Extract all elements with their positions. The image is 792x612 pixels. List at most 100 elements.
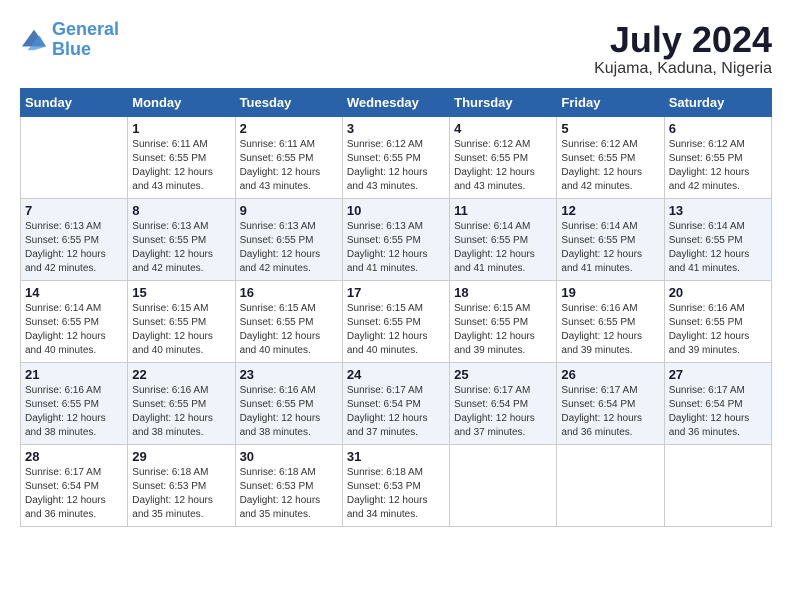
day-number: 21: [25, 367, 123, 382]
calendar-cell: 19 Sunrise: 6:16 AMSunset: 6:55 PMDayligh…: [557, 280, 664, 362]
day-number: 19: [561, 285, 659, 300]
calendar-cell: 22 Sunrise: 6:16 AMSunset: 6:55 PMDayligh…: [128, 362, 235, 444]
day-info: Sunrise: 6:17 AMSunset: 6:54 PMDaylight:…: [669, 384, 767, 440]
calendar-week-4: 21 Sunrise: 6:16 AMSunset: 6:55 PMDayligh…: [21, 362, 772, 444]
calendar-cell: 11 Sunrise: 6:14 AMSunset: 6:55 PMDayligh…: [450, 198, 557, 280]
calendar-cell: 8Sunrise: 6:13 AMSunset: 6:55 PMDaylight…: [128, 198, 235, 280]
title-block: July 2024 Kujama, Kaduna, Nigeria: [594, 20, 772, 78]
day-info: Sunrise: 6:18 AMSunset: 6:53 PMDaylight:…: [132, 466, 230, 522]
day-info: Sunrise: 6:16 AMSunset: 6:55 PMDaylight:…: [240, 384, 338, 440]
day-number: 6: [669, 121, 767, 136]
day-header-tuesday: Tuesday: [235, 88, 342, 116]
day-info: Sunrise: 6:13 AMSunset: 6:55 PMDaylight:…: [240, 220, 338, 276]
day-number: 12: [561, 203, 659, 218]
day-info: Sunrise: 6:16 AMSunset: 6:55 PMDaylight:…: [25, 384, 123, 440]
day-info: Sunrise: 6:17 AMSunset: 6:54 PMDaylight:…: [25, 466, 123, 522]
calendar-cell: 26Sunrise: 6:17 AMSunset: 6:54 PMDayligh…: [557, 362, 664, 444]
calendar-cell: 30 Sunrise: 6:18 AMSunset: 6:53 PMDayligh…: [235, 444, 342, 526]
day-header-saturday: Saturday: [664, 88, 771, 116]
day-number: 7: [25, 203, 123, 218]
day-header-wednesday: Wednesday: [342, 88, 449, 116]
day-header-thursday: Thursday: [450, 88, 557, 116]
calendar-cell: [557, 444, 664, 526]
day-number: 10: [347, 203, 445, 218]
day-number: 28: [25, 449, 123, 464]
day-number: 16: [240, 285, 338, 300]
day-number: 30: [240, 449, 338, 464]
day-info: Sunrise: 6:14 AMSunset: 6:55 PMDaylight:…: [669, 220, 767, 276]
day-info: Sunrise: 6:13 AMSunset: 6:55 PMDaylight:…: [347, 220, 445, 276]
calendar-cell: 16Sunrise: 6:15 AMSunset: 6:55 PMDayligh…: [235, 280, 342, 362]
calendar-cell: 13 Sunrise: 6:14 AMSunset: 6:55 PMDayligh…: [664, 198, 771, 280]
day-info: Sunrise: 6:15 AMSunset: 6:55 PMDaylight:…: [347, 302, 445, 358]
calendar-cell: 2 Sunrise: 6:11 AMSunset: 6:55 PMDaylight…: [235, 116, 342, 198]
calendar-cell: 1 Sunrise: 6:11 AMSunset: 6:55 PMDaylight…: [128, 116, 235, 198]
day-number: 11: [454, 203, 552, 218]
day-info: Sunrise: 6:11 AMSunset: 6:55 PMDaylight:…: [132, 138, 230, 194]
day-info: Sunrise: 6:14 AMSunset: 6:55 PMDaylight:…: [25, 302, 123, 358]
day-info: Sunrise: 6:16 AMSunset: 6:55 PMDaylight:…: [669, 302, 767, 358]
logo-icon: [20, 26, 48, 54]
calendar-cell: [664, 444, 771, 526]
calendar-cell: 14 Sunrise: 6:14 AMSunset: 6:55 PMDayligh…: [21, 280, 128, 362]
day-info: Sunrise: 6:12 AMSunset: 6:55 PMDaylight:…: [454, 138, 552, 194]
day-number: 20: [669, 285, 767, 300]
calendar-cell: 29Sunrise: 6:18 AMSunset: 6:53 PMDayligh…: [128, 444, 235, 526]
day-info: Sunrise: 6:11 AMSunset: 6:55 PMDaylight:…: [240, 138, 338, 194]
day-info: Sunrise: 6:13 AMSunset: 6:55 PMDaylight:…: [25, 220, 123, 276]
calendar-cell: [450, 444, 557, 526]
calendar-cell: 12 Sunrise: 6:14 AMSunset: 6:55 PMDayligh…: [557, 198, 664, 280]
day-info: Sunrise: 6:14 AMSunset: 6:55 PMDaylight:…: [561, 220, 659, 276]
day-number: 3: [347, 121, 445, 136]
calendar-cell: 21 Sunrise: 6:16 AMSunset: 6:55 PMDayligh…: [21, 362, 128, 444]
calendar-cell: 5 Sunrise: 6:12 AMSunset: 6:55 PMDaylight…: [557, 116, 664, 198]
calendar-cell: 6 Sunrise: 6:12 AMSunset: 6:55 PMDaylight…: [664, 116, 771, 198]
day-info: Sunrise: 6:18 AMSunset: 6:53 PMDaylight:…: [347, 466, 445, 522]
calendar-cell: 15Sunrise: 6:15 AMSunset: 6:55 PMDayligh…: [128, 280, 235, 362]
calendar-week-1: 1 Sunrise: 6:11 AMSunset: 6:55 PMDaylight…: [21, 116, 772, 198]
calendar-header-row: SundayMondayTuesdayWednesdayThursdayFrid…: [21, 88, 772, 116]
logo-text: General Blue: [52, 20, 119, 60]
calendar-body: 1 Sunrise: 6:11 AMSunset: 6:55 PMDaylight…: [21, 116, 772, 526]
day-number: 22: [132, 367, 230, 382]
day-info: Sunrise: 6:17 AMSunset: 6:54 PMDaylight:…: [347, 384, 445, 440]
page-header: General Blue July 2024 Kujama, Kaduna, N…: [20, 20, 772, 78]
calendar-cell: 10 Sunrise: 6:13 AMSunset: 6:55 PMDayligh…: [342, 198, 449, 280]
day-header-monday: Monday: [128, 88, 235, 116]
day-number: 4: [454, 121, 552, 136]
day-number: 14: [25, 285, 123, 300]
calendar-cell: 7 Sunrise: 6:13 AMSunset: 6:55 PMDaylight…: [21, 198, 128, 280]
day-number: 9: [240, 203, 338, 218]
day-info: Sunrise: 6:12 AMSunset: 6:55 PMDaylight:…: [561, 138, 659, 194]
day-number: 1: [132, 121, 230, 136]
calendar-week-5: 28 Sunrise: 6:17 AMSunset: 6:54 PMDayligh…: [21, 444, 772, 526]
calendar-cell: 28 Sunrise: 6:17 AMSunset: 6:54 PMDayligh…: [21, 444, 128, 526]
day-info: Sunrise: 6:12 AMSunset: 6:55 PMDaylight:…: [347, 138, 445, 194]
calendar-week-3: 14 Sunrise: 6:14 AMSunset: 6:55 PMDayligh…: [21, 280, 772, 362]
day-number: 17: [347, 285, 445, 300]
calendar-week-2: 7 Sunrise: 6:13 AMSunset: 6:55 PMDaylight…: [21, 198, 772, 280]
day-info: Sunrise: 6:18 AMSunset: 6:53 PMDaylight:…: [240, 466, 338, 522]
day-info: Sunrise: 6:12 AMSunset: 6:55 PMDaylight:…: [669, 138, 767, 194]
day-info: Sunrise: 6:16 AMSunset: 6:55 PMDaylight:…: [561, 302, 659, 358]
day-number: 5: [561, 121, 659, 136]
day-number: 8: [132, 203, 230, 218]
calendar-cell: [21, 116, 128, 198]
day-number: 15: [132, 285, 230, 300]
calendar-cell: 23Sunrise: 6:16 AMSunset: 6:55 PMDayligh…: [235, 362, 342, 444]
day-info: Sunrise: 6:16 AMSunset: 6:55 PMDaylight:…: [132, 384, 230, 440]
calendar-cell: 31Sunrise: 6:18 AMSunset: 6:53 PMDayligh…: [342, 444, 449, 526]
day-number: 13: [669, 203, 767, 218]
day-info: Sunrise: 6:14 AMSunset: 6:55 PMDaylight:…: [454, 220, 552, 276]
day-header-friday: Friday: [557, 88, 664, 116]
logo: General Blue: [20, 20, 119, 60]
calendar-table: SundayMondayTuesdayWednesdayThursdayFrid…: [20, 88, 772, 527]
day-info: Sunrise: 6:15 AMSunset: 6:55 PMDaylight:…: [454, 302, 552, 358]
day-number: 25: [454, 367, 552, 382]
day-number: 27: [669, 367, 767, 382]
day-info: Sunrise: 6:17 AMSunset: 6:54 PMDaylight:…: [454, 384, 552, 440]
day-number: 26: [561, 367, 659, 382]
calendar-cell: 25 Sunrise: 6:17 AMSunset: 6:54 PMDayligh…: [450, 362, 557, 444]
day-number: 2: [240, 121, 338, 136]
location: Kujama, Kaduna, Nigeria: [594, 60, 772, 78]
